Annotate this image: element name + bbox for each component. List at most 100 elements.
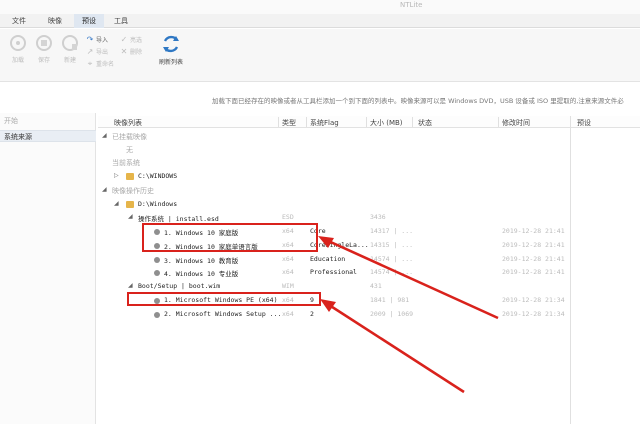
highlight-box-home-editions (142, 223, 318, 252)
new-button[interactable]: 新建 (58, 34, 82, 64)
folder-icon (126, 201, 134, 208)
folder-icon (126, 173, 134, 180)
load-label: 加载 (11, 57, 24, 64)
collapse-arrow-icon[interactable]: ◢ (128, 282, 133, 289)
menu-file[interactable]: 文件 (4, 14, 34, 28)
image-arch: x64 (282, 255, 294, 263)
delete-label: 删除 (130, 49, 143, 56)
menu-tools[interactable]: 工具 (106, 14, 136, 28)
history-group-label: 映像操作历史 (112, 187, 154, 195)
boot-group-label: Boot/Setup | boot.wim (138, 282, 221, 290)
image-flag: Professional (310, 268, 357, 276)
window-title: NTLite (400, 1, 423, 9)
select-label: 亮选 (130, 37, 143, 44)
tree-group-current[interactable]: 当前系统 (98, 156, 568, 169)
image-size: 2009 | 1069 (370, 310, 414, 318)
image-date: 2019-12-28 21:34 (502, 310, 565, 318)
image-arch: x64 (282, 268, 294, 276)
menu-bar: 文件 映像 预设 工具 (0, 14, 640, 28)
nav-item-system-source[interactable]: 系统来源 (0, 130, 96, 142)
image-size: 14315 | ... (370, 241, 414, 249)
image-arch: x64 (282, 310, 294, 318)
new-icon (62, 35, 78, 51)
save-button[interactable]: 保存 (32, 34, 56, 64)
select-icon: ✓ (120, 35, 128, 44)
image-size: 14574 | ... (370, 255, 414, 263)
tree-group-history[interactable]: ◢ 映像操作历史 (98, 184, 568, 197)
col-type[interactable]: 类型 (282, 118, 296, 128)
details-header: 预设 (577, 119, 591, 127)
import-button[interactable]: ↷ 导入 (86, 35, 108, 45)
load-icon (10, 35, 26, 51)
history-path-label: D:\Windows (138, 200, 178, 208)
os-group-size: 3436 (370, 213, 386, 221)
image-flag: CoreSingleLa... (310, 241, 369, 249)
table-row[interactable]: 2. Microsoft Windows Setup ... x64 2 200… (98, 308, 568, 321)
collapse-arrow-icon[interactable]: ◢ (114, 200, 119, 207)
rename-button[interactable]: ⌖ 重命名 (86, 59, 114, 69)
details-pane: 预设 (570, 116, 640, 424)
image-name: 3. Windows 10 教育版 (164, 257, 239, 265)
refresh-icon (163, 35, 179, 53)
table-row[interactable]: 4. Windows 10 专业版 x64 Professional 14574… (98, 266, 568, 279)
start-pane: 开始 系统来源 (0, 113, 96, 424)
menu-preset[interactable]: 预设 (74, 14, 104, 28)
refresh-list-button[interactable]: 刷新列表 (154, 34, 188, 66)
image-flag: 2 (310, 310, 314, 318)
col-flag[interactable]: 系统Flag (310, 118, 339, 128)
import-arrow-icon: ↷ (86, 35, 94, 44)
col-status[interactable]: 状态 (418, 118, 432, 128)
image-date: 2019-12-28 21:41 (502, 241, 565, 249)
new-label: 新建 (63, 57, 76, 64)
expand-arrow-icon[interactable]: ▷ (114, 172, 119, 179)
tree-history-path[interactable]: ◢ D:\Windows (98, 198, 568, 211)
table-row[interactable]: 3. Windows 10 教育版 x64 Education 14574 | … (98, 253, 568, 266)
info-notice: 加载下面已经存在的映像或者从工具栏添加一个到下面的列表中。映像来源可以是 Win… (212, 97, 624, 105)
delete-icon: ✕ (120, 47, 128, 56)
tree-current-path[interactable]: ▷ C:\WINDOWS (98, 170, 568, 183)
load-button[interactable]: 加载 (6, 34, 30, 64)
image-date: 2019-12-28 21:41 (502, 255, 565, 263)
image-date: 2019-12-28 21:41 (502, 227, 565, 235)
col-modified[interactable]: 修改时间 (502, 118, 530, 128)
image-size: 1841 | 981 (370, 296, 410, 304)
mounted-none-label: 无 (126, 146, 133, 154)
os-group-type: ESD (282, 213, 294, 221)
os-group-label: 操作系统 | install.esd (138, 215, 219, 223)
tree-group-mounted[interactable]: ◢ 已挂载映像 (98, 130, 568, 143)
highlight-box-winpe (127, 292, 321, 306)
tree-mounted-none: 无 (98, 143, 568, 156)
export-button[interactable]: ↗ 导出 (86, 47, 108, 57)
image-flag: Education (310, 255, 346, 263)
image-size: 14574 | ... (370, 268, 414, 276)
ribbon-toolbar: 加载 保存 新建 ↷ 导入 ↗ 导出 ⌖ 重命名 ✓ 亮选 ✕ 删除 刷新列表 (0, 29, 640, 82)
collapse-arrow-icon[interactable]: ◢ (128, 213, 133, 220)
save-label: 保存 (37, 57, 50, 64)
rename-label: 重命名 (96, 61, 115, 68)
export-arrow-icon: ↗ (86, 47, 94, 56)
col-size[interactable]: 大小 (MB) (370, 118, 403, 128)
collapse-arrow-icon[interactable]: ◢ (102, 132, 107, 139)
collapse-arrow-icon[interactable]: ◢ (102, 186, 107, 193)
image-name: 4. Windows 10 专业版 (164, 270, 239, 278)
select-button[interactable]: ✓ 亮选 (120, 35, 142, 45)
import-label: 导入 (96, 37, 109, 44)
boot-group-type: WIM (282, 282, 294, 290)
image-list-header: 映像列表 类型 系统Flag 大小 (MB) 状态 修改时间 (98, 116, 640, 128)
mounted-group-label: 已挂载映像 (112, 133, 147, 141)
save-icon (36, 35, 52, 51)
export-label: 导出 (96, 49, 109, 56)
col-image-list[interactable]: 映像列表 (114, 118, 142, 128)
image-size: 14317 | ... (370, 227, 414, 235)
image-name: 2. Microsoft Windows Setup ... (164, 310, 282, 318)
image-status-icon (154, 312, 160, 318)
image-status-icon (154, 257, 160, 263)
refresh-label: 刷新列表 (158, 59, 183, 66)
boot-group-size: 431 (370, 282, 382, 290)
ntlite-window: NTLite 文件 映像 预设 工具 加载 保存 新建 ↷ 导入 ↗ 导出 ⌖ … (0, 0, 640, 424)
menu-image[interactable]: 映像 (40, 14, 70, 28)
rename-icon: ⌖ (87, 59, 93, 68)
delete-button[interactable]: ✕ 删除 (120, 47, 142, 57)
image-date: 2019-12-28 21:34 (502, 296, 565, 304)
current-group-label: 当前系统 (112, 159, 140, 167)
